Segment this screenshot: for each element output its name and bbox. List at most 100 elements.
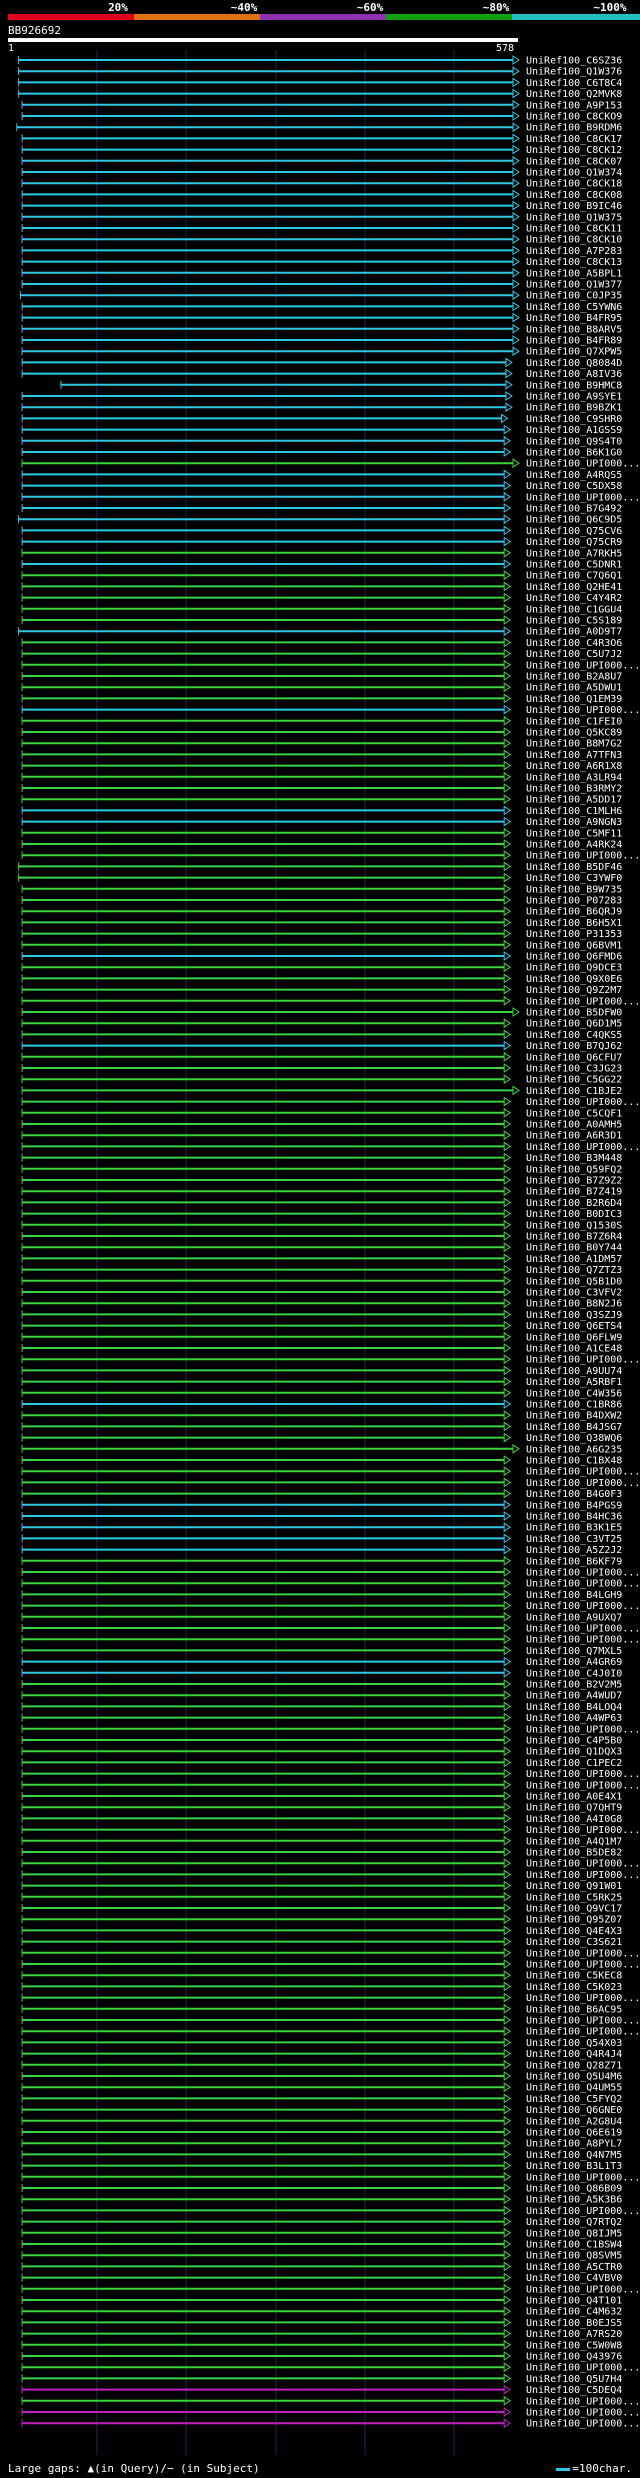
hit-label[interactable]: UniRef100_A0E4X1 [526,1792,622,1803]
hit-label[interactable]: UniRef100_C8CK11 [526,224,622,235]
hit-label[interactable]: UniRef100_Q7MXL5 [526,1646,622,1657]
hit-label[interactable]: UniRef100_Q6BVM1 [526,940,622,951]
hit-label[interactable]: UniRef100_UPI000... [526,2284,640,2295]
hit-label[interactable]: UniRef100_B3M448 [526,1153,622,1164]
hit-label[interactable]: UniRef100_UPI000... [526,851,640,862]
hit-label[interactable]: UniRef100_C5DEQ4 [526,2385,622,2396]
hit-label[interactable]: UniRef100_B5DFW0 [526,1008,622,1019]
hit-label[interactable]: UniRef100_B5DE82 [526,1848,622,1859]
hit-label[interactable]: UniRef100_UPI000... [526,459,640,470]
hit-label[interactable]: UniRef100_C5DNR1 [526,560,622,571]
hit-label[interactable]: UniRef100_C8CK17 [526,134,622,145]
hit-label[interactable]: UniRef100_P07283 [526,896,622,907]
hit-label[interactable]: UniRef100_A7RKH5 [526,548,622,559]
hit-label[interactable]: UniRef100_Q2MVK8 [526,89,622,100]
hit-label[interactable]: UniRef100_UPI000... [526,1780,640,1791]
hit-label[interactable]: UniRef100_UPI000... [526,1579,640,1590]
hit-label[interactable]: UniRef100_Q4UM55 [526,2083,622,2094]
hit-label[interactable]: UniRef100_B4DXW2 [526,1411,622,1422]
hit-label[interactable]: UniRef100_B9BZK1 [526,403,622,414]
hit-label[interactable]: UniRef100_A0D9T7 [526,627,622,638]
hit-label[interactable]: UniRef100_C5CQF1 [526,1108,622,1119]
hit-label[interactable]: UniRef100_C3VFV2 [526,1288,622,1299]
hit-label[interactable]: UniRef100_C1MLH6 [526,806,622,817]
hit-label[interactable]: UniRef100_Q75CV6 [526,526,622,537]
hit-label[interactable]: UniRef100_B4LOQ4 [526,1702,622,1713]
hit-label[interactable]: UniRef100_C4R3O6 [526,638,622,649]
hit-label[interactable]: UniRef100_UPI000... [526,1097,640,1108]
hit-label[interactable]: UniRef100_Q1W377 [526,280,622,291]
hit-label[interactable]: UniRef100_A5DD17 [526,795,622,806]
hit-label[interactable]: UniRef100_B6H5X1 [526,918,622,929]
hit-label[interactable]: UniRef100_A4GR69 [526,1657,622,1668]
hit-label[interactable]: UniRef100_A4WUD7 [526,1691,622,1702]
hit-label[interactable]: UniRef100_C5K023 [526,1982,622,1993]
hit-label[interactable]: UniRef100_C4J0I0 [526,1668,622,1679]
hit-label[interactable]: UniRef100_A0AMH5 [526,1120,622,1131]
hit-label[interactable]: UniRef100_B5DF46 [526,862,622,873]
hit-label[interactable]: UniRef100_A5BPL1 [526,268,622,279]
hit-label[interactable]: UniRef100_C3S621 [526,1937,622,1948]
hit-label[interactable]: UniRef100_UPI000... [526,996,640,1007]
hit-label[interactable]: UniRef100_B9W735 [526,884,622,895]
hit-label[interactable]: UniRef100_B7Z9Z2 [526,1176,622,1187]
hit-label[interactable]: UniRef100_A1DM57 [526,1254,622,1265]
hit-label[interactable]: UniRef100_Q9S4T0 [526,436,622,447]
hit-label[interactable]: UniRef100_A8PYL7 [526,2139,622,2150]
hit-label[interactable]: UniRef100_UPI000... [526,2016,640,2027]
hit-label[interactable]: UniRef100_C8CKO9 [526,112,622,123]
hit-label[interactable]: UniRef100_B4FR89 [526,336,622,347]
hit-label[interactable]: UniRef100_Q6ETS4 [526,1321,622,1332]
hit-label[interactable]: UniRef100_Q8IJM5 [526,2228,622,2239]
hit-label[interactable]: UniRef100_Q4T101 [526,2296,622,2307]
hit-label[interactable]: UniRef100_A9NGN3 [526,817,622,828]
hit-label[interactable]: UniRef100_Q6FLW9 [526,1332,622,1343]
hit-label[interactable]: UniRef100_A7RS20 [526,2329,622,2340]
hit-label[interactable]: UniRef100_UPI000... [526,1825,640,1836]
hit-label[interactable]: UniRef100_Q6C9D5 [526,515,622,526]
hit-label[interactable]: UniRef100_A6R1X8 [526,761,622,772]
hit-label[interactable]: UniRef100_UPI000... [526,1724,640,1735]
hit-label[interactable]: UniRef100_Q1W375 [526,212,622,223]
hit-label[interactable]: UniRef100_C8CK08 [526,190,622,201]
hit-label[interactable]: UniRef100_B8ARV5 [526,324,622,335]
hit-label[interactable]: UniRef100_Q54X03 [526,2038,622,2049]
hit-label[interactable]: UniRef100_UPI000... [526,2027,640,2038]
hit-label[interactable]: UniRef100_Q9X0E6 [526,974,622,985]
hit-label[interactable]: UniRef100_UPI000... [526,1769,640,1780]
hit-label[interactable]: UniRef100_B0DIC3 [526,1209,622,1220]
hit-label[interactable]: UniRef100_Q9Z2M7 [526,985,622,996]
hit-label[interactable]: UniRef100_B2V2M5 [526,1680,622,1691]
hit-label[interactable]: UniRef100_A1GSS9 [526,425,622,436]
hit-label[interactable]: UniRef100_UPI000... [526,1601,640,1612]
hit-label[interactable]: UniRef100_Q8084D [526,358,622,369]
hit-label[interactable]: UniRef100_C7Q6Q1 [526,571,622,582]
hit-label[interactable]: UniRef100_UPI000... [526,2396,640,2407]
hit-label[interactable]: UniRef100_C8CK13 [526,257,622,268]
hit-label[interactable]: UniRef100_UPI000... [526,1635,640,1646]
hit-label[interactable]: UniRef100_C1BSW4 [526,2240,622,2251]
hit-label[interactable]: UniRef100_C3YWF0 [526,873,622,884]
hit-label[interactable]: UniRef100_A4RQS5 [526,470,622,481]
hit-label[interactable]: UniRef100_UPI000... [526,1568,640,1579]
hit-label[interactable]: UniRef100_B9RDM6 [526,123,622,134]
hit-label[interactable]: UniRef100_A7P283 [526,246,622,257]
hit-label[interactable]: UniRef100_B3RMY2 [526,784,622,795]
hit-label[interactable]: UniRef100_B7Z6R4 [526,1232,622,1243]
hit-label[interactable]: UniRef100_Q2HE41 [526,582,622,593]
hit-label[interactable]: UniRef100_UPI000... [526,1948,640,1959]
hit-label[interactable]: UniRef100_C5MF11 [526,828,622,839]
hit-label[interactable]: UniRef100_UPI000... [526,492,640,503]
hit-label[interactable]: UniRef100_C4M632 [526,2307,622,2318]
hit-label[interactable]: UniRef100_C4Y4R2 [526,593,622,604]
hit-label[interactable]: UniRef100_Q5U4M6 [526,2072,622,2083]
hit-label[interactable]: UniRef100_B4PGS9 [526,1500,622,1511]
hit-label[interactable]: UniRef100_A2G8U4 [526,2116,622,2127]
hit-label[interactable]: UniRef100_UPI000... [526,2363,640,2374]
hit-label[interactable]: UniRef100_Q91W01 [526,1881,622,1892]
hit-label[interactable]: UniRef100_C4VBV0 [526,2273,622,2284]
hit-label[interactable]: UniRef100_Q7RTQ2 [526,2217,622,2228]
hit-label[interactable]: UniRef100_A5Z2J2 [526,1545,622,1556]
hit-label[interactable]: UniRef100_C5S189 [526,616,622,627]
hit-label[interactable]: UniRef100_C5U7J2 [526,649,622,660]
